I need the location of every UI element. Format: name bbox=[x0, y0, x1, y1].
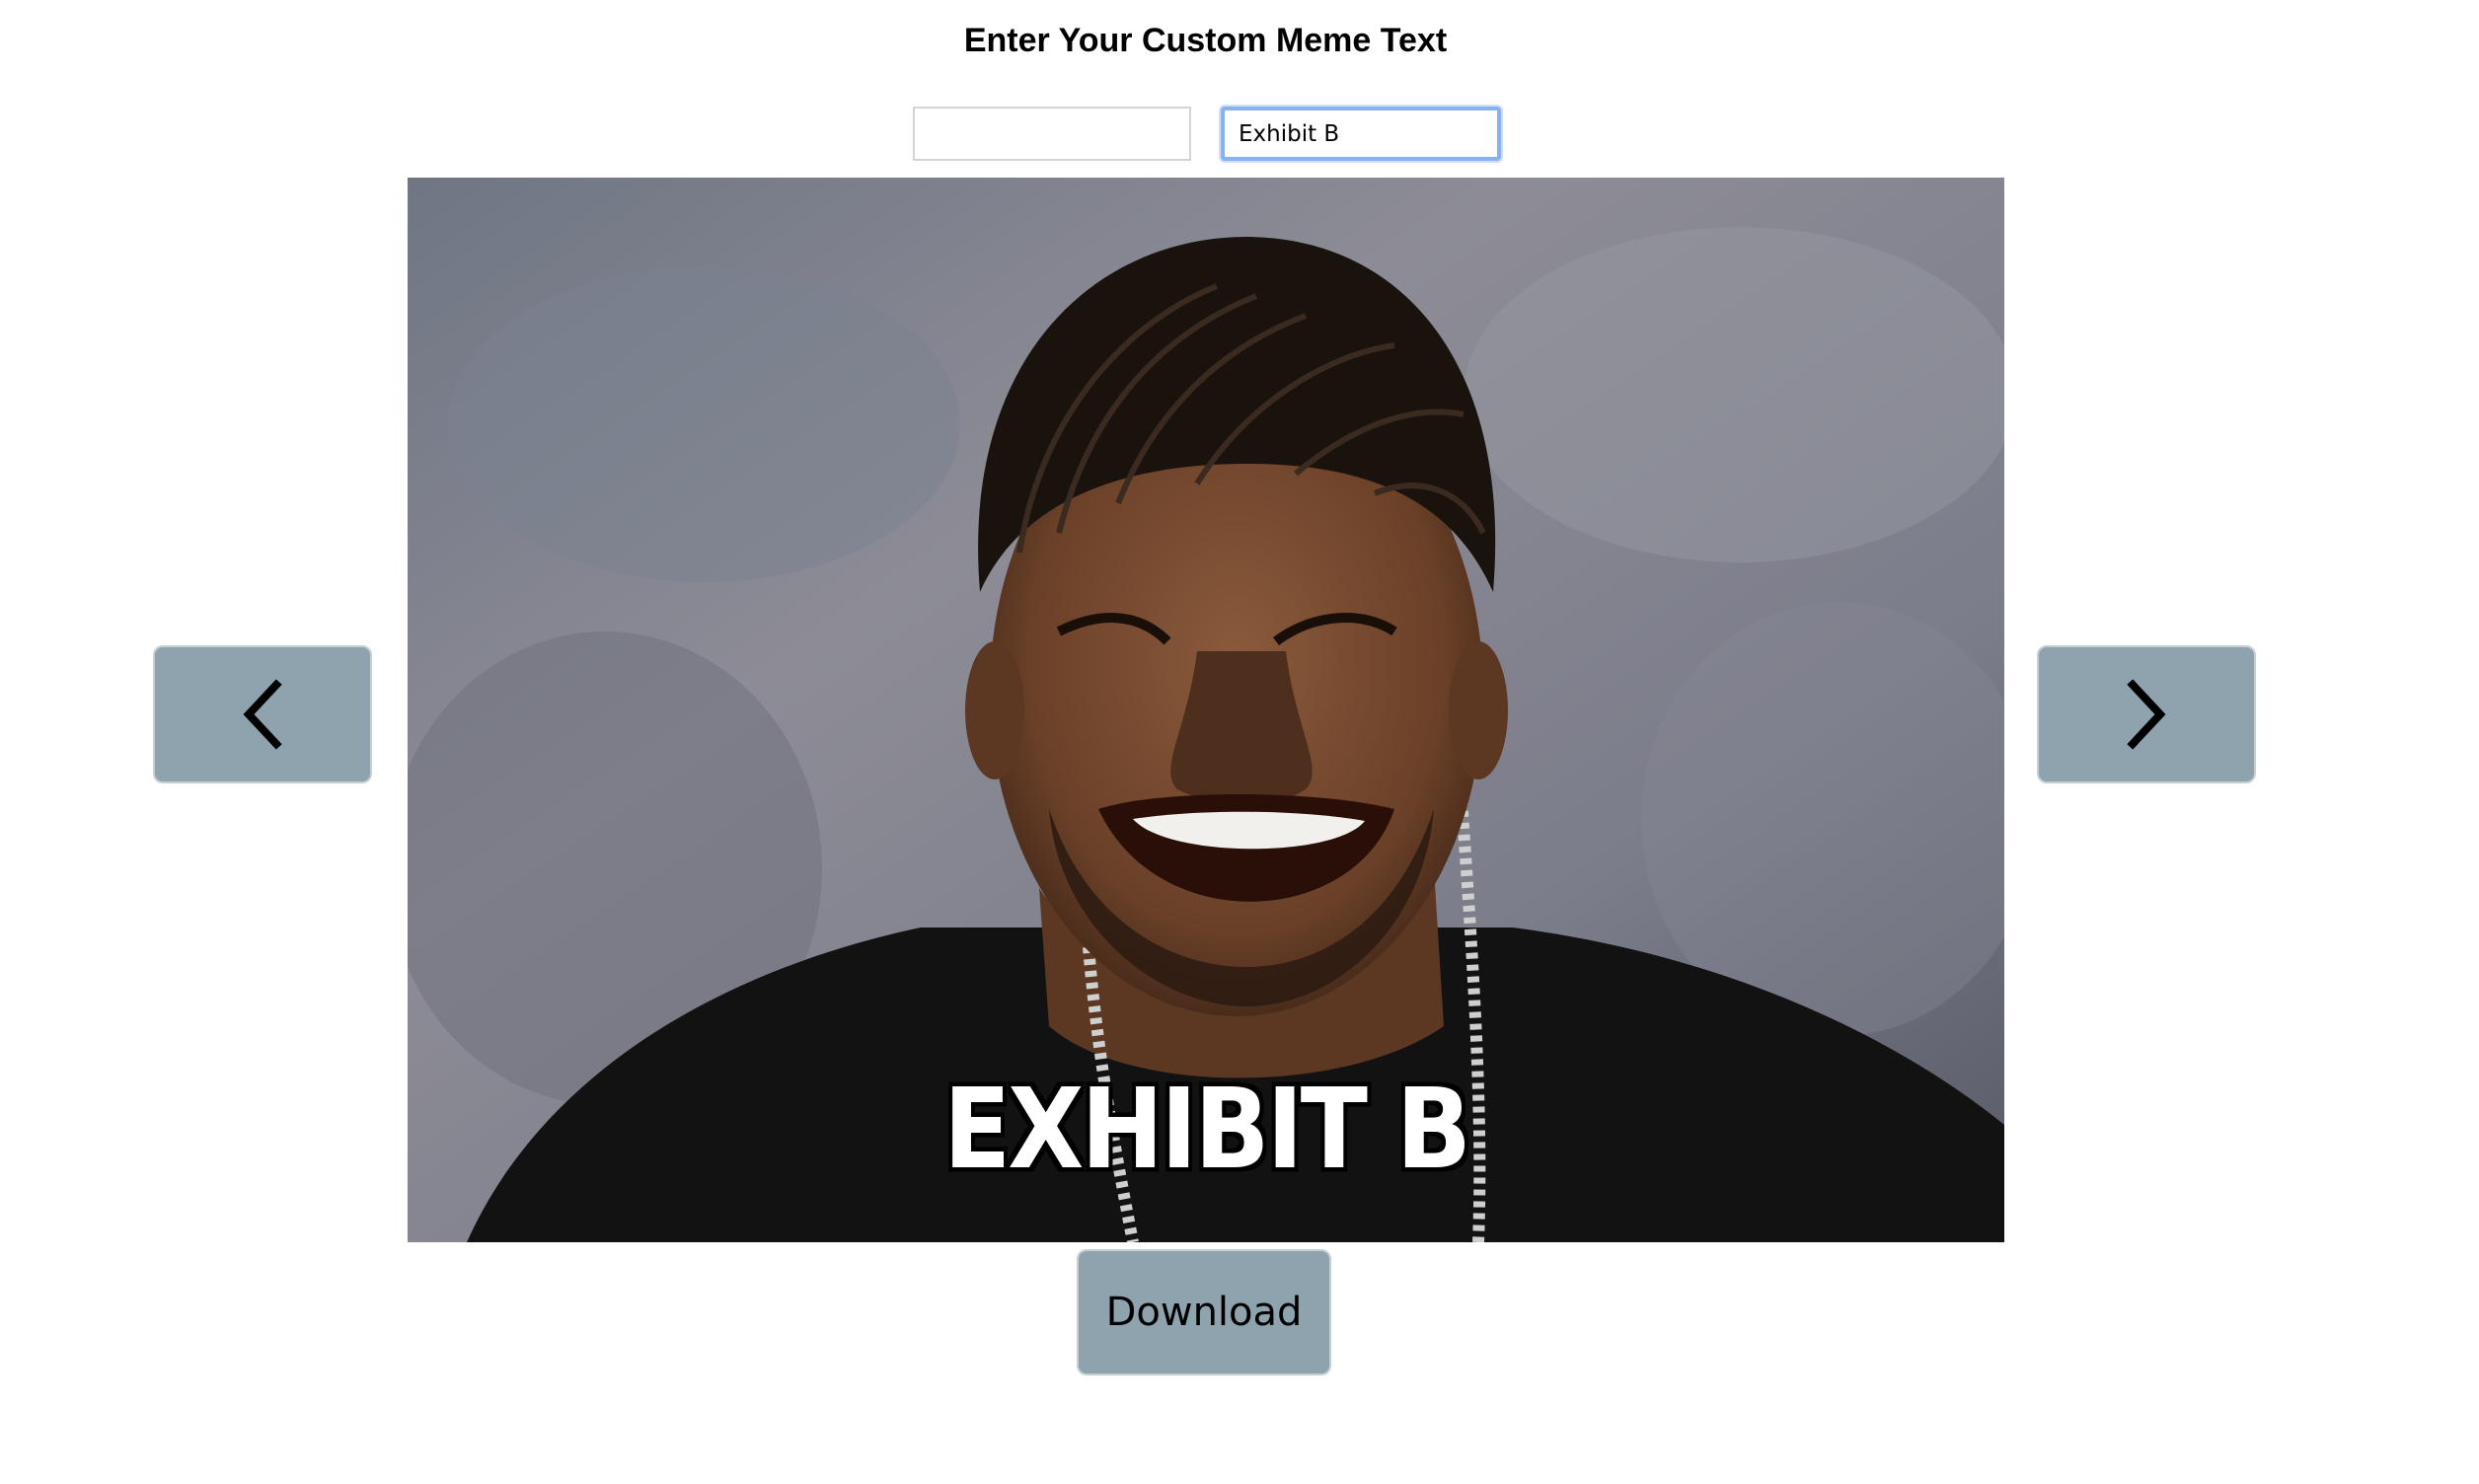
next-meme-button[interactable] bbox=[2037, 645, 2256, 783]
meme-caption: EXHIBIT B bbox=[943, 1064, 1471, 1194]
chevron-left-icon bbox=[243, 679, 282, 750]
page-title: Enter Your Custom Meme Text bbox=[963, 22, 1448, 59]
chevron-right-icon bbox=[2127, 679, 2166, 750]
top-text-input[interactable] bbox=[913, 107, 1191, 161]
download-button[interactable]: Download bbox=[1077, 1249, 1331, 1375]
bottom-text-input[interactable] bbox=[1221, 107, 1501, 161]
meme-image: EXHIBIT B bbox=[408, 178, 2004, 1242]
previous-meme-button[interactable] bbox=[153, 645, 372, 783]
meme-generator-page: Enter Your Custom Meme Text Exhibit B EX… bbox=[0, 0, 2479, 1484]
